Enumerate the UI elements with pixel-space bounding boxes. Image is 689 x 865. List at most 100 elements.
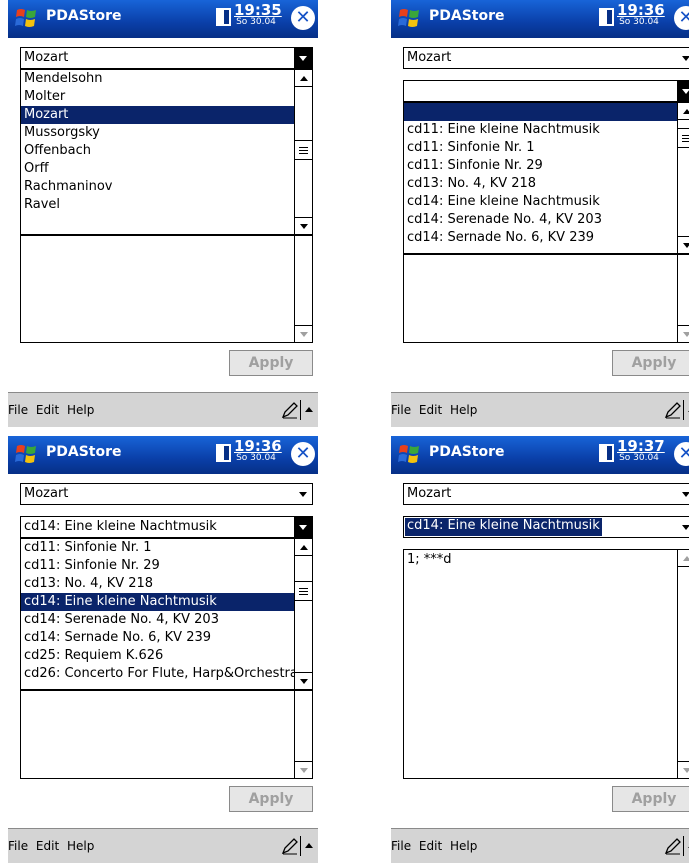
list-item[interactable]: cd14: Sernade No. 6, KV 239 bbox=[21, 629, 312, 647]
dropdown-arrow-icon[interactable] bbox=[294, 484, 312, 504]
menu-edit[interactable]: Edit bbox=[36, 403, 59, 417]
pen-icon[interactable] bbox=[281, 837, 299, 855]
composer-combo[interactable]: Mozart bbox=[403, 47, 689, 69]
dropdown-arrow-icon[interactable] bbox=[677, 517, 689, 537]
menu-edit[interactable]: Edit bbox=[419, 403, 442, 417]
windows-flag-icon[interactable] bbox=[12, 440, 42, 470]
dropdown-arrow-icon[interactable] bbox=[677, 484, 689, 504]
menu-help[interactable]: Help bbox=[450, 403, 477, 417]
list-item[interactable]: Mussorgsky bbox=[21, 124, 312, 142]
battery-icon[interactable] bbox=[599, 8, 614, 26]
apply-button[interactable]: Apply bbox=[229, 350, 313, 376]
output-textarea[interactable] bbox=[403, 254, 689, 343]
pen-icon[interactable] bbox=[664, 401, 682, 419]
list-item[interactable]: cd14: Serenade No. 4, KV 203 bbox=[404, 211, 689, 229]
windows-flag-icon[interactable] bbox=[395, 440, 425, 470]
pen-icon[interactable] bbox=[281, 401, 299, 419]
dropdown-arrow-icon[interactable] bbox=[294, 48, 312, 68]
list-item[interactable]: cd14: Sernade No. 6, KV 239 bbox=[404, 229, 689, 247]
output-textarea[interactable]: 1; ***d bbox=[403, 549, 689, 779]
pen-icon[interactable] bbox=[664, 837, 682, 855]
scroll-down-icon[interactable] bbox=[678, 761, 689, 778]
list-item[interactable]: Mendelsohn bbox=[21, 70, 312, 88]
list-item[interactable]: cd11: Sinfonie Nr. 29 bbox=[21, 557, 312, 575]
dropdown-arrow-icon[interactable] bbox=[294, 517, 312, 537]
windows-flag-icon[interactable] bbox=[12, 4, 42, 34]
dropdown-scrollbar[interactable] bbox=[677, 103, 689, 253]
list-item[interactable]: cd25: Requiem K.626 bbox=[21, 647, 312, 665]
scroll-up-icon[interactable] bbox=[295, 70, 312, 87]
close-icon[interactable]: ✕ bbox=[674, 442, 689, 466]
sip-arrow-icon[interactable] bbox=[305, 843, 313, 848]
composer-combo[interactable]: Mozart bbox=[403, 483, 689, 505]
list-item[interactable]: cd14: Serenade No. 4, KV 203 bbox=[21, 611, 312, 629]
clock[interactable]: 19:36 So 30.04 bbox=[234, 439, 282, 463]
scroll-up-icon[interactable] bbox=[678, 103, 689, 120]
clock[interactable]: 19:37 So 30.04 bbox=[617, 439, 665, 463]
sip-arrow-icon[interactable] bbox=[305, 407, 313, 412]
scroll-down-icon[interactable] bbox=[678, 325, 689, 342]
scroll-thumb[interactable] bbox=[295, 140, 312, 160]
track-combo[interactable]: cd14: Eine kleine Nachtmusik bbox=[20, 516, 313, 538]
list-item[interactable]: cd11: Sinfonie Nr. 1 bbox=[21, 539, 312, 557]
menu-file[interactable]: File bbox=[8, 403, 28, 417]
track-dropdown-list[interactable]: cd11: Eine kleine Nachtmusik cd11: Sinfo… bbox=[403, 102, 689, 254]
windows-flag-icon[interactable] bbox=[395, 4, 425, 34]
scroll-down-icon[interactable] bbox=[295, 325, 312, 342]
scroll-thumb[interactable] bbox=[678, 128, 689, 148]
apply-button[interactable]: Apply bbox=[229, 786, 313, 812]
close-icon[interactable]: ✕ bbox=[291, 442, 315, 466]
output-textarea[interactable] bbox=[20, 690, 313, 779]
menu-edit[interactable]: Edit bbox=[419, 839, 442, 853]
composer-combo[interactable]: Mozart bbox=[20, 483, 313, 505]
dropdown-scrollbar[interactable] bbox=[294, 70, 312, 234]
battery-icon[interactable] bbox=[599, 444, 614, 462]
textarea-scrollbar[interactable] bbox=[294, 236, 312, 342]
list-item[interactable]: cd26: Concerto For Flute, Harp&Orchestra bbox=[21, 665, 312, 683]
scroll-thumb[interactable] bbox=[295, 581, 312, 601]
list-item[interactable]: cd13: No. 4, KV 218 bbox=[21, 575, 312, 593]
scroll-down-icon[interactable] bbox=[295, 761, 312, 778]
menu-file[interactable]: File bbox=[391, 403, 411, 417]
list-item-selected[interactable] bbox=[404, 103, 689, 121]
output-textarea[interactable] bbox=[20, 235, 313, 343]
textarea-scrollbar[interactable] bbox=[677, 550, 689, 778]
scroll-down-icon[interactable] bbox=[295, 672, 312, 689]
scroll-up-icon[interactable] bbox=[678, 550, 689, 567]
list-item[interactable]: Orff bbox=[21, 160, 312, 178]
menu-help[interactable]: Help bbox=[67, 839, 94, 853]
menu-help[interactable]: Help bbox=[67, 403, 94, 417]
textarea-scrollbar[interactable] bbox=[294, 691, 312, 778]
close-icon[interactable]: ✕ bbox=[674, 6, 689, 30]
composer-combo[interactable]: Mozart bbox=[20, 47, 313, 69]
battery-icon[interactable] bbox=[216, 8, 231, 26]
list-item[interactable]: cd11: Sinfonie Nr. 1 bbox=[404, 139, 689, 157]
scroll-up-icon[interactable] bbox=[295, 539, 312, 556]
clock[interactable]: 19:36 So 30.04 bbox=[617, 3, 665, 27]
track-combo[interactable] bbox=[403, 80, 689, 102]
battery-icon[interactable] bbox=[216, 444, 231, 462]
list-item[interactable]: Rachmaninov bbox=[21, 178, 312, 196]
list-item[interactable]: Offenbach bbox=[21, 142, 312, 160]
list-item[interactable]: cd14: Eine kleine Nachtmusik bbox=[404, 193, 689, 211]
menu-file[interactable]: File bbox=[391, 839, 411, 853]
textarea-scrollbar[interactable] bbox=[677, 255, 689, 342]
list-item[interactable]: cd11: Eine kleine Nachtmusik bbox=[404, 121, 689, 139]
scroll-down-icon[interactable] bbox=[678, 236, 689, 253]
list-item[interactable]: cd13: No. 4, KV 218 bbox=[404, 175, 689, 193]
menu-file[interactable]: File bbox=[8, 839, 28, 853]
list-item-selected[interactable]: Mozart bbox=[21, 106, 312, 124]
list-item-selected[interactable]: cd14: Eine kleine Nachtmusik bbox=[21, 593, 312, 611]
composer-dropdown-list[interactable]: Mendelsohn Molter Mozart Mussorgsky Offe… bbox=[20, 69, 313, 235]
apply-button[interactable]: Apply bbox=[612, 786, 689, 812]
menu-edit[interactable]: Edit bbox=[36, 839, 59, 853]
list-item[interactable]: Molter bbox=[21, 88, 312, 106]
list-item[interactable]: cd11: Sinfonie Nr. 29 bbox=[404, 157, 689, 175]
dropdown-arrow-icon[interactable] bbox=[677, 81, 689, 101]
menu-help[interactable]: Help bbox=[450, 839, 477, 853]
dropdown-arrow-icon[interactable] bbox=[677, 48, 689, 68]
apply-button[interactable]: Apply bbox=[612, 350, 689, 376]
track-dropdown-list[interactable]: cd11: Sinfonie Nr. 1 cd11: Sinfonie Nr. … bbox=[20, 538, 313, 690]
track-combo[interactable]: cd14: Eine kleine Nachtmusik bbox=[403, 516, 689, 538]
scroll-down-icon[interactable] bbox=[295, 217, 312, 234]
